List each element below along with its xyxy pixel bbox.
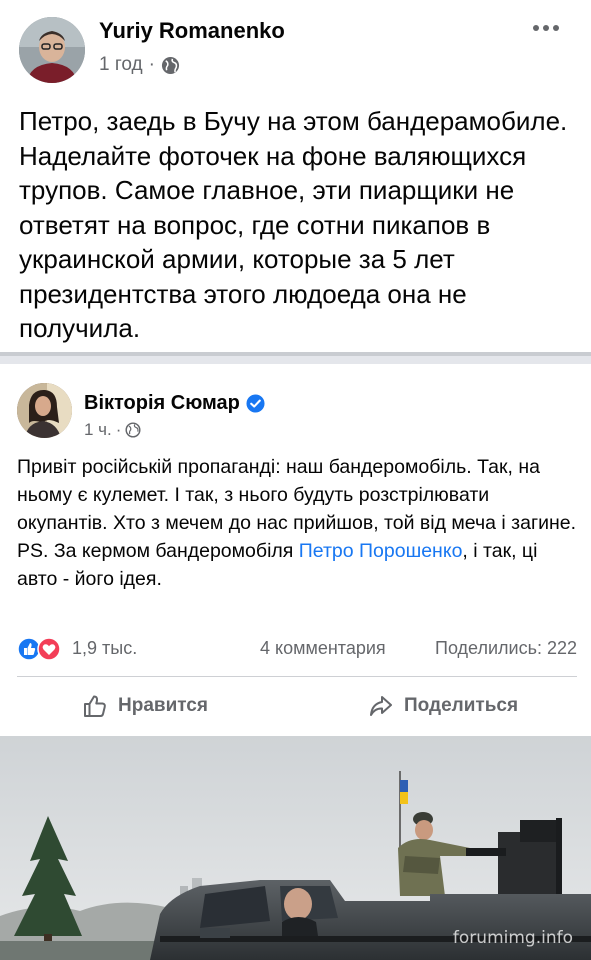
thumbs-up-icon (84, 695, 106, 717)
post-meta: 1 год · (99, 54, 180, 76)
author-avatar-image (19, 17, 85, 83)
meta-separator: · (148, 54, 155, 75)
shares-count[interactable]: Поделились: 222 (435, 638, 577, 659)
verified-badge-icon (246, 394, 265, 413)
reactions-bar: 1,9 тыс. 4 комментария Поделились: 222 (17, 635, 577, 663)
reaction-icons[interactable] (17, 637, 63, 661)
shared-avatar-image (17, 383, 72, 438)
like-button[interactable]: Нравится (82, 690, 208, 722)
like-button-label: Нравится (118, 695, 208, 716)
love-reaction-icon (37, 637, 61, 661)
shared-author: Вікторія Сюмар (84, 392, 265, 415)
shared-post-text-ps: PS. За кермом бандеромобіля Петро Пороше… (17, 537, 577, 593)
share-button[interactable]: Поделиться (368, 690, 518, 722)
more-dots-icon[interactable] (531, 20, 561, 36)
shared-meta-separator: · (115, 420, 122, 439)
post-photo[interactable]: forumimg.info (0, 736, 591, 960)
actions-divider (17, 676, 577, 677)
reactions-count[interactable]: 1,9 тыс. (72, 638, 137, 659)
post-photo-image (0, 736, 591, 960)
share-arrow-icon (370, 696, 392, 716)
post-text: Петро, заедь в Бучу на этом бандерамобил… (19, 106, 568, 343)
globe-icon (161, 56, 179, 74)
globe-icon (125, 422, 141, 438)
shared-post-time[interactable]: 1 ч. (84, 420, 112, 440)
share-button-label: Поделиться (404, 695, 519, 716)
shared-post-text-main: Привіт російській пропаганді: наш бандер… (17, 456, 576, 534)
post-time[interactable]: 1 год (99, 54, 143, 76)
shared-post-text: Привіт російській пропаганді: наш бандер… (17, 453, 577, 593)
like-reaction-icon (17, 637, 41, 661)
shared-author-avatar[interactable] (17, 383, 72, 438)
photo-watermark: forumimg.info (452, 928, 573, 948)
mention-link[interactable]: Петро Порошенко (299, 540, 463, 562)
shared-post: Вікторія Сюмар 1 ч. · Привіт російській … (0, 364, 591, 736)
author-avatar[interactable] (19, 17, 85, 83)
shared-author-name[interactable]: Вікторія Сюмар (84, 392, 240, 415)
section-divider (0, 352, 591, 364)
post-header: Yuriy Romanenko 1 год · (0, 0, 591, 100)
comments-count[interactable]: 4 комментария (260, 638, 386, 659)
post-author-name[interactable]: Yuriy Romanenko (99, 18, 285, 44)
shared-post-meta: 1 ч. · (84, 420, 141, 440)
ps-text-before: PS. За кермом бандеромобіля (17, 540, 299, 562)
